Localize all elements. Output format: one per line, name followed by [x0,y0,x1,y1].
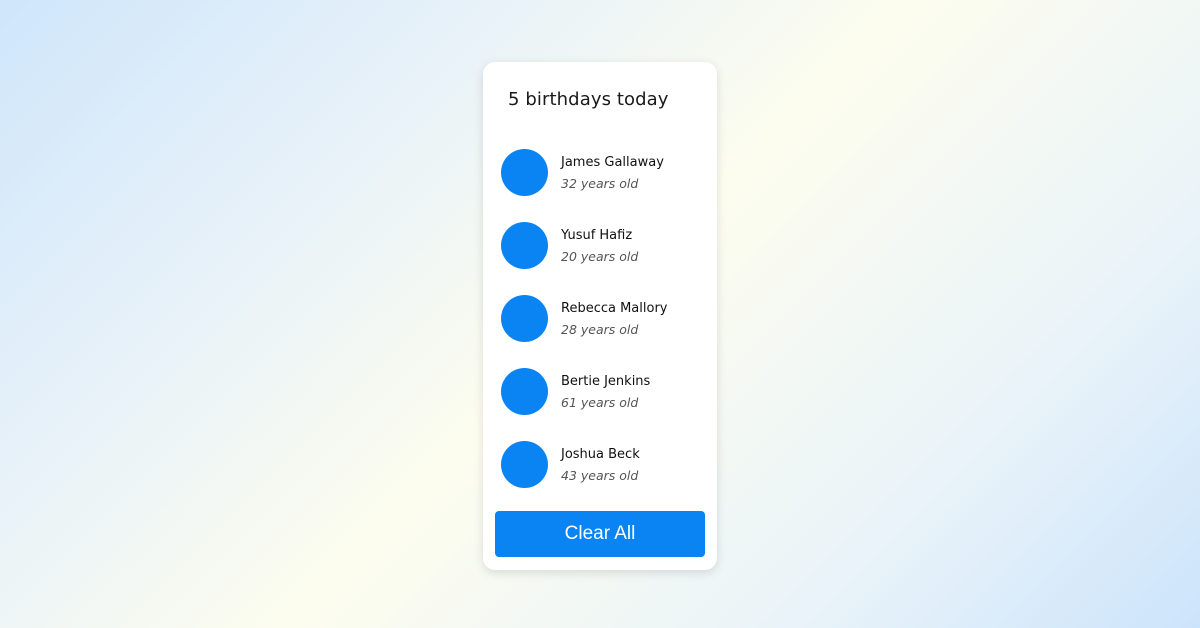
person-age: 43 years old [561,468,639,483]
person-name: Yusuf Hafiz [561,228,633,243]
clear-all-button[interactable]: Clear All [495,511,705,557]
list-item: Bertie Jenkins 61 years old [501,368,701,416]
avatar [501,368,548,415]
person-age: 61 years old [561,395,639,410]
list-item: Rebecca Mallory 28 years old [501,295,701,343]
avatar [501,149,548,196]
person-name: Joshua Beck [561,447,640,462]
card-title: 5 birthdays today [508,89,669,110]
person-age: 32 years old [561,176,639,191]
list-item: Joshua Beck 43 years old [501,441,701,489]
list-item: James Gallaway 32 years old [501,149,701,197]
avatar [501,441,548,488]
person-name: James Gallaway [561,155,664,170]
person-name: Rebecca Mallory [561,301,668,316]
person-age: 20 years old [561,249,639,264]
list-item: Yusuf Hafiz 20 years old [501,222,701,270]
birthday-card: 5 birthdays today James Gallaway 32 year… [483,62,717,570]
person-age: 28 years old [561,322,639,337]
avatar [501,222,548,269]
avatar [501,295,548,342]
person-name: Bertie Jenkins [561,374,651,389]
